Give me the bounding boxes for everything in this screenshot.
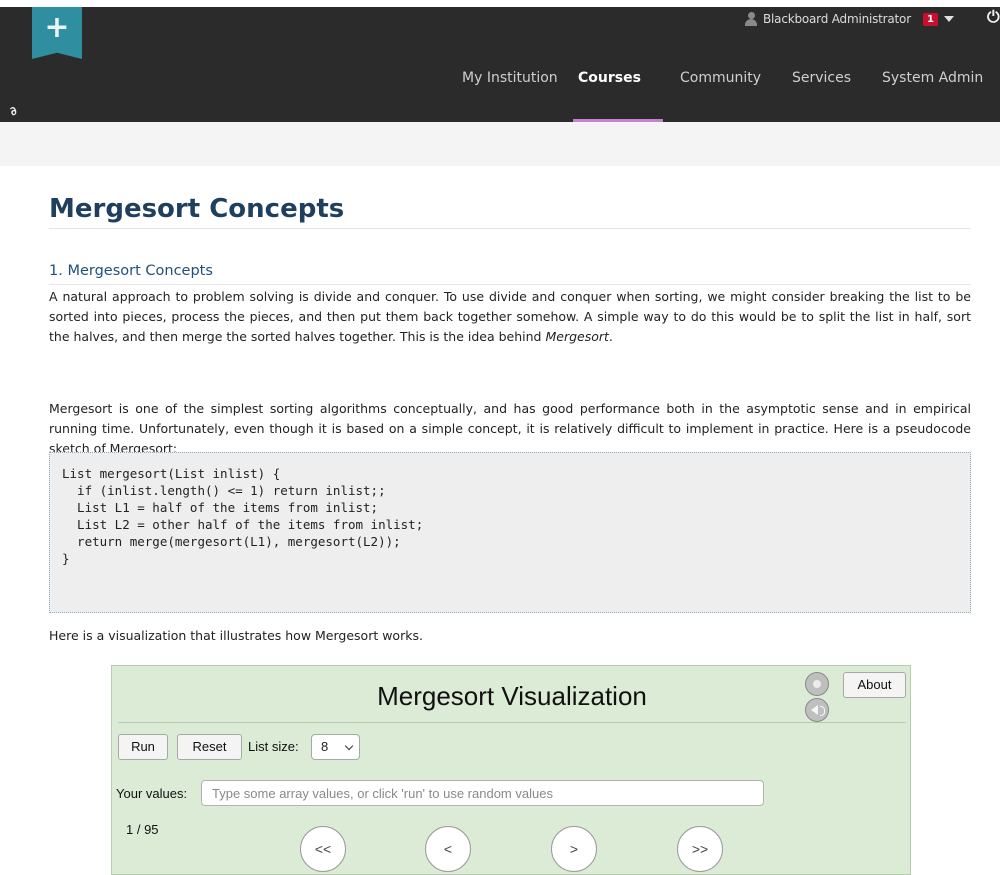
settings-gear-icon[interactable] [805, 672, 829, 696]
page-title: Mergesort Concepts [49, 194, 345, 224]
pseudocode-block: List mergesort(List inlist) { if (inlist… [49, 452, 971, 613]
visualization-intro: Here is a visualization that illustrates… [49, 628, 423, 643]
header-top-strip [0, 0, 1000, 7]
nav-services[interactable]: Services [792, 70, 851, 86]
description-paragraph: Mergesort is one of the simplest sorting… [49, 401, 971, 456]
title-divider [49, 228, 971, 229]
run-button[interactable]: Run [118, 734, 168, 760]
nav-my-institution[interactable]: My Institution [462, 70, 558, 86]
caret-down-icon[interactable] [943, 16, 954, 22]
list-size-value: 8 [321, 739, 329, 754]
brand-tab[interactable]: + [32, 7, 82, 59]
user-icon [745, 12, 757, 26]
nav-community[interactable]: Community [680, 70, 761, 86]
previous-step-button[interactable]: < [425, 826, 471, 872]
chevron-down-icon [344, 741, 354, 751]
main-nav: My Institution Courses Community Service… [0, 70, 1000, 90]
section-divider [49, 284, 971, 285]
visualization-divider [118, 722, 906, 723]
user-name[interactable]: Blackboard Administrator [763, 12, 911, 26]
last-step-button[interactable]: >> [677, 826, 723, 872]
intro-text: A natural approach to problem solving is… [49, 289, 971, 344]
list-size-label: List size: [248, 739, 299, 754]
first-step-button[interactable]: << [300, 826, 346, 872]
notification-badge[interactable]: 1 [922, 12, 938, 26]
your-values-label: Your values: [116, 786, 188, 801]
next-step-button[interactable]: > [551, 826, 597, 872]
intro-end: . [608, 329, 613, 344]
nav-system-admin[interactable]: System Admin [882, 70, 983, 86]
sub-header-bar [0, 122, 1000, 166]
mergesort-emphasis: Mergesort [545, 329, 609, 344]
power-icon[interactable]: ⏻ [987, 8, 1000, 26]
link-icon[interactable]: ∂ [7, 103, 20, 118]
step-counter: 1 / 95 [126, 822, 159, 837]
reset-button[interactable]: Reset [177, 734, 242, 760]
nav-courses[interactable]: Courses [578, 70, 641, 86]
user-menu[interactable]: Blackboard Administrator 1 [745, 10, 954, 28]
mergesort-visualization: Mergesort Visualization About Run Reset … [111, 665, 911, 875]
pseudocode-text: List mergesort(List inlist) { if (inlist… [62, 466, 424, 566]
plus-icon: + [44, 10, 70, 45]
values-input[interactable] [201, 780, 764, 806]
intro-paragraph: A natural approach to problem solving is… [49, 287, 971, 347]
sound-icon[interactable] [805, 698, 829, 722]
top-header: + Blackboard Administrator 1 ⏻ My Instit… [0, 0, 1000, 122]
about-button[interactable]: About [843, 672, 906, 698]
section-heading: 1. Mergesort Concepts [49, 263, 213, 279]
list-size-select[interactable]: 8 [311, 734, 360, 760]
visualization-title: Mergesort Visualization [377, 681, 647, 711]
